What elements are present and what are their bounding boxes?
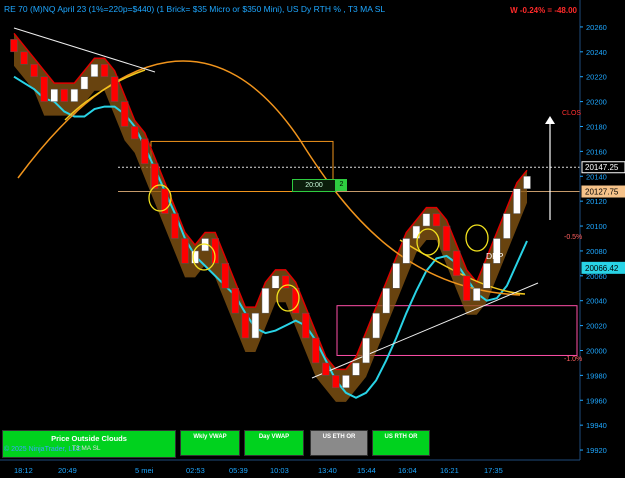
pct-neg10-label: -1.0% — [564, 356, 583, 363]
day-vwap-button[interactable]: Day VWAP — [244, 430, 304, 456]
renko-brick — [342, 375, 350, 389]
y-tick-label: 20120 — [586, 197, 607, 206]
us-eth-or-button[interactable]: US ETH OR — [310, 430, 368, 456]
us-rth-or-button[interactable]: US RTH OR — [372, 430, 430, 456]
y-tick-label: 20200 — [586, 98, 607, 107]
chart-canvas: 20260 20240 20220 20200 20180 20160 20140 20120… — [0, 0, 625, 475]
y-tick-label: 20180 — [586, 122, 607, 131]
renko-brick — [362, 337, 370, 364]
x-tick-label: 17:35 — [484, 466, 503, 475]
price-badge-text: 20127.75 — [585, 188, 619, 197]
dpp-label: DPP — [486, 251, 504, 261]
renko-brick — [332, 375, 340, 389]
x-tick-label: 16:04 — [398, 466, 417, 475]
renko-brick — [60, 88, 69, 102]
renko-brick — [20, 51, 28, 65]
renko-brick — [50, 88, 58, 102]
x-tick-label: 5 mei — [135, 466, 154, 475]
y-tick-label: 20240 — [586, 48, 607, 57]
chart-title: RE 70 (M)NQ April 23 (1%=220p=$440) (1 B… — [4, 4, 386, 14]
y-tick-label: 20160 — [586, 147, 607, 156]
renko-brick — [312, 337, 320, 364]
renko-brick — [372, 312, 380, 339]
y-tick-label: 19920 — [586, 446, 607, 455]
price-badge-text: 20147.25 — [585, 163, 619, 172]
renko-brick — [40, 76, 48, 102]
y-tick-label: 20220 — [586, 73, 607, 82]
x-tick-label: 16:21 — [440, 466, 459, 475]
x-tick-label: 13:40 — [318, 466, 337, 475]
pnl-readout: W -0.24% = -48.00 — [510, 6, 577, 15]
x-tick-label: 05:39 — [229, 466, 248, 475]
renko-brick — [271, 275, 280, 289]
x-tick-label: 10:03 — [270, 466, 289, 475]
renko-brick — [181, 238, 189, 264]
price-badge-text: 20066.42 — [585, 264, 619, 273]
chart-note: T3 MA SL — [72, 445, 101, 452]
renko-brick — [100, 64, 109, 77]
y-tick-label: 20000 — [586, 346, 607, 355]
renko-brick — [70, 88, 79, 102]
price-outside-clouds-label: Price Outside Clouds — [51, 434, 127, 443]
wkly-vwap-button[interactable]: Wkly VWAP — [180, 430, 240, 456]
x-tick-label: 20:49 — [58, 466, 77, 475]
renko-chart[interactable]: 20260 20240 20220 20200 20180 20160 20140 20120… — [0, 0, 625, 478]
x-tick-label: 02:53 — [186, 466, 205, 475]
renko-brick — [392, 263, 400, 289]
renko-brick — [231, 288, 240, 314]
pct-neg05-label: -0.5% — [564, 234, 583, 241]
renko-brick — [251, 312, 260, 339]
price-outside-clouds-button[interactable]: Price Outside Clouds — [2, 430, 176, 458]
renko-brick — [402, 238, 411, 264]
renko-brick — [452, 250, 461, 277]
y-tick-label: 19960 — [586, 396, 607, 405]
uptrend-line — [311, 282, 539, 379]
renko-brick — [221, 263, 229, 289]
signal-circle — [465, 224, 489, 252]
renko-brick — [432, 213, 441, 227]
renko-brick — [130, 126, 139, 140]
y-tick-label: 20080 — [586, 247, 607, 256]
renko-brick — [472, 288, 481, 301]
renko-brick — [513, 188, 521, 214]
cloud-band — [14, 33, 527, 402]
renko-brick — [352, 362, 360, 376]
clos-label: CLOS — [562, 110, 582, 117]
timer-box: 20:00 — [292, 179, 336, 192]
renko-brick — [322, 362, 330, 376]
renko-brick — [10, 39, 18, 53]
renko-brick — [120, 101, 129, 127]
renko-brick — [462, 275, 471, 301]
x-tick-label: 15:44 — [357, 466, 376, 475]
up-arrow-head — [545, 116, 555, 124]
y-tick-label: 20140 — [586, 172, 607, 181]
y-tick-label: 19980 — [586, 371, 607, 380]
renko-brick — [80, 76, 89, 90]
renko-brick — [301, 312, 310, 339]
y-tick-label: 20100 — [586, 222, 607, 231]
renko-brick — [422, 213, 431, 227]
renko-brick — [90, 64, 99, 77]
timer-count: 2 — [336, 179, 347, 191]
renko-brick — [483, 263, 491, 289]
y-tick-label: 19940 — [586, 421, 607, 430]
y-tick-label: 20020 — [586, 322, 607, 331]
renko-brick — [442, 225, 451, 252]
x-tick-label: 18:12 — [14, 466, 33, 475]
renko-brick — [412, 225, 421, 239]
renko-brick — [523, 176, 531, 189]
renko-brick — [30, 64, 38, 77]
y-tick-label: 20040 — [586, 297, 607, 306]
y-tick-label: 20260 — [586, 23, 607, 32]
renko-brick — [110, 76, 119, 102]
copyright-text: © 2025 NinjaTrader, LLC — [4, 446, 82, 453]
renko-brick — [382, 288, 390, 314]
renko-brick — [241, 312, 250, 339]
renko-brick — [503, 213, 511, 239]
renko-brick — [261, 288, 270, 314]
renko-brick — [171, 213, 179, 239]
renko-brick — [141, 138, 149, 165]
